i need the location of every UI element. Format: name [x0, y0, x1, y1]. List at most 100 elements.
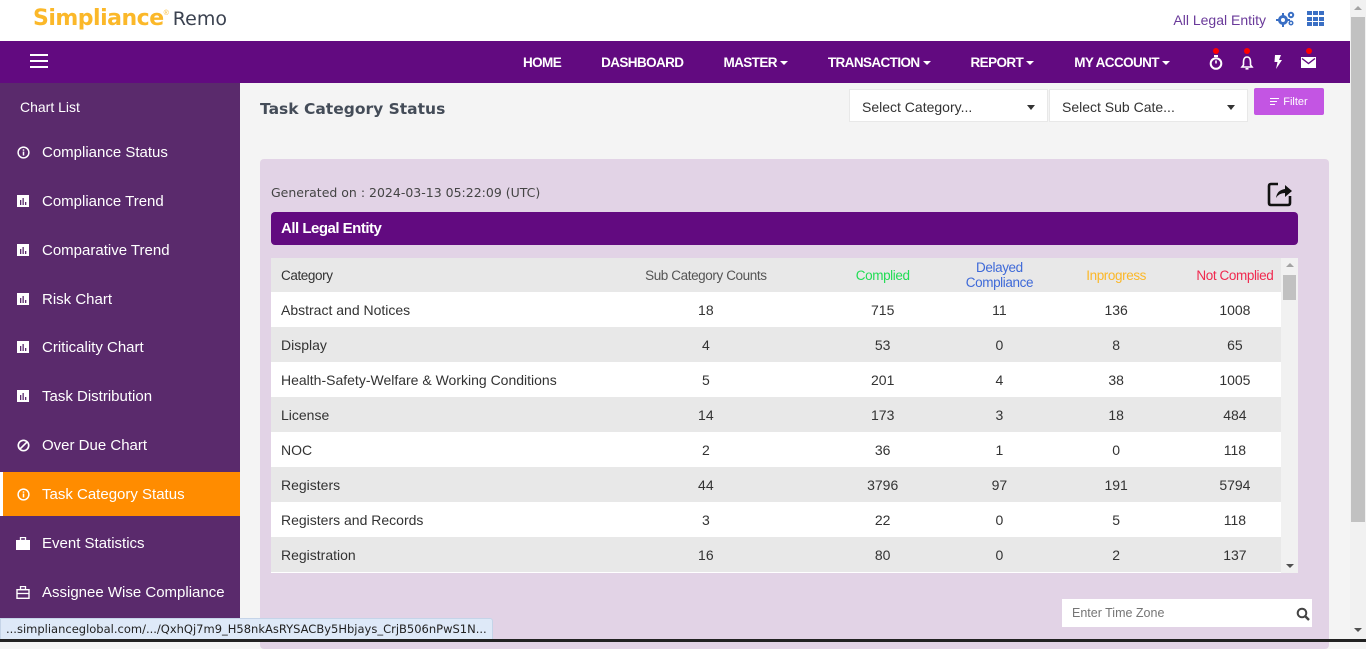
sidebar-item-over-due-chart[interactable]: Over Due Chart [0, 423, 240, 467]
sidebar-title: Chart List [20, 99, 80, 115]
mail-icon[interactable] [1293, 41, 1324, 83]
sidebar-item-compliance-status[interactable]: Compliance Status [0, 130, 240, 174]
report-panel: Generated on : 2024-03-13 05:22:09 (UTC)… [260, 159, 1329, 649]
caret-down-icon [923, 61, 931, 65]
value-cell: 1005 [1189, 362, 1281, 397]
subcategory-select[interactable]: Select Sub Cate... [1049, 89, 1248, 122]
sidebar-item-label: Criticality Chart [42, 339, 144, 356]
value-cell: 65 [1189, 327, 1281, 362]
nav-item-home[interactable]: HOME [503, 55, 581, 70]
notification-dot [1213, 48, 1219, 54]
sidebar-item-task-category-status[interactable]: Task Category Status [0, 472, 240, 516]
category-select[interactable]: Select Category... [849, 89, 1048, 122]
nav-item-label: MASTER [723, 55, 776, 70]
nav-item-transaction[interactable]: TRANSACTION [808, 55, 951, 70]
value-cell: 1 [955, 432, 1043, 467]
filter-button[interactable]: Filter [1254, 88, 1324, 115]
page-scrollbar[interactable] [1350, 0, 1366, 642]
scroll-thumb[interactable] [1283, 275, 1296, 300]
scroll-down-arrow[interactable] [1354, 628, 1362, 632]
bell-icon[interactable] [1231, 41, 1262, 83]
status-bar-url: ...simplianceglobal.com/.../QxhQj7m9_H58… [0, 618, 493, 640]
category-cell: License [271, 397, 602, 432]
value-cell: 22 [810, 502, 955, 537]
logo-product: Remo [173, 8, 227, 30]
value-cell: 0 [955, 537, 1043, 572]
nav-item-dashboard[interactable]: DASHBOARD [581, 55, 703, 70]
bar-chart-icon [16, 340, 30, 354]
sidebar-item-assignee-wise-compliance[interactable]: Assignee Wise Compliance [0, 570, 240, 614]
scroll-up-arrow[interactable] [1354, 6, 1362, 10]
scroll-thumb[interactable] [1351, 17, 1365, 522]
column-header-inprogress[interactable]: Inprogress [1044, 258, 1189, 292]
sidebar-item-label: Assignee Wise Compliance [42, 584, 225, 601]
sidebar-item-label: Over Due Chart [42, 437, 147, 454]
table-row: License14173318484 [271, 397, 1281, 432]
table-row: Display4530865 [271, 327, 1281, 362]
sidebar: Chart List Compliance Status Compliance T… [0, 83, 240, 642]
sidebar-item-label: Comparative Trend [42, 242, 170, 259]
gears-icon[interactable] [1276, 10, 1296, 28]
sidebar-item-risk-chart[interactable]: Risk Chart [0, 277, 240, 321]
main-navbar: HOMEDASHBOARD MASTER TRANSACTION REPORT MY A… [0, 41, 1350, 83]
sidebar-item-label: Compliance Status [42, 144, 168, 161]
value-cell: 36 [810, 432, 955, 467]
bolt-icon[interactable] [1262, 41, 1293, 83]
value-cell: 18 [602, 292, 810, 327]
nav-icons [1200, 41, 1324, 83]
search-icon[interactable] [1296, 607, 1310, 621]
nav-menu: HOMEDASHBOARD MASTER TRANSACTION REPORT MY A… [503, 41, 1190, 83]
legal-entity-selector[interactable]: All Legal Entity [1173, 12, 1266, 28]
value-cell: 2 [602, 432, 810, 467]
timezone-search-input[interactable] [1062, 599, 1312, 627]
column-header-not-complied[interactable]: Not Complied [1189, 258, 1281, 292]
briefcase-icon [16, 536, 30, 550]
category-cell: Abstract and Notices [271, 292, 602, 327]
value-cell: 3 [955, 397, 1043, 432]
table-scrollbar[interactable] [1281, 258, 1298, 573]
nav-item-report[interactable]: REPORT [951, 55, 1055, 70]
bar-chart-icon [16, 243, 30, 257]
sidebar-item-label: Compliance Trend [42, 193, 164, 210]
column-header-delayed-compliance[interactable]: Delayed Compliance [955, 258, 1043, 292]
bar-chart-icon [16, 389, 30, 403]
notification-dot [1244, 48, 1250, 54]
nav-item-label: REPORT [971, 55, 1024, 70]
value-cell: 5 [1044, 502, 1189, 537]
value-cell: 80 [810, 537, 955, 572]
column-header-sub-category-counts[interactable]: Sub Category Counts [602, 258, 810, 292]
column-header-complied[interactable]: Complied [810, 258, 955, 292]
scroll-up-arrow[interactable] [1286, 263, 1294, 267]
caret-down-icon [780, 61, 788, 65]
sidebar-item-comparative-trend[interactable]: Comparative Trend [0, 228, 240, 272]
apps-grid-icon[interactable] [1307, 11, 1324, 27]
value-cell: 5794 [1189, 467, 1281, 502]
column-header-category[interactable]: Category [271, 258, 602, 292]
hamburger-menu-icon[interactable] [30, 54, 48, 68]
table-row: Registers and Records32205118 [271, 502, 1281, 537]
bar-chart-icon [16, 292, 30, 306]
export-share-icon[interactable] [1267, 181, 1293, 207]
nav-item-my-account[interactable]: MY ACCOUNT [1054, 55, 1190, 70]
sidebar-item-compliance-trend[interactable]: Compliance Trend [0, 179, 240, 223]
stopwatch-icon[interactable] [1200, 41, 1231, 83]
sidebar-item-criticality-chart[interactable]: Criticality Chart [0, 325, 240, 369]
ban-icon [16, 438, 30, 452]
category-select-value: Select Category... [862, 99, 972, 115]
task-category-table: CategorySub Category CountsCompliedDelay… [271, 258, 1298, 573]
page-title: Task Category Status [260, 100, 445, 118]
notification-dot [1306, 48, 1312, 54]
table-row: Registration168002137 [271, 537, 1281, 572]
sidebar-item-task-distribution[interactable]: Task Distribution [0, 374, 240, 418]
value-cell: 137 [1189, 537, 1281, 572]
sidebar-item-event-statistics[interactable]: Event Statistics [0, 521, 240, 565]
category-cell: Health-Safety-Welfare & Working Conditio… [271, 362, 602, 397]
chevron-down-icon [1027, 105, 1035, 110]
logo[interactable]: Simpliance® Remo [33, 6, 227, 31]
nav-item-master[interactable]: MASTER [703, 55, 807, 70]
nav-item-label: TRANSACTION [828, 55, 920, 70]
logo-brand: Simpliance [33, 6, 164, 31]
top-header: Simpliance® Remo All Legal Entity [0, 0, 1350, 41]
scroll-down-arrow[interactable] [1286, 564, 1294, 568]
sidebar-item-label: Task Distribution [42, 388, 152, 405]
